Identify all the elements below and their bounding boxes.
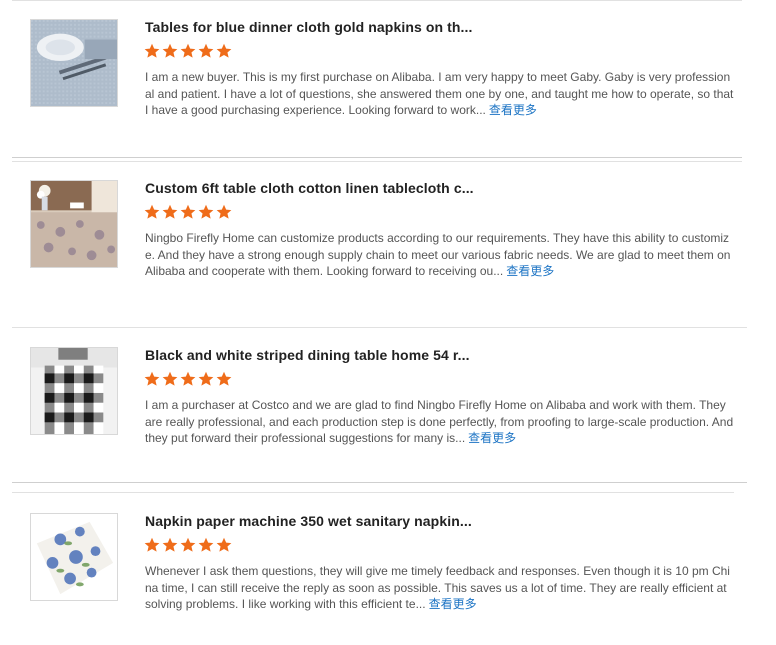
view-more-link[interactable]: 查看更多 — [489, 103, 537, 117]
review-product-title[interactable]: Tables for blue dinner cloth gold napkin… — [145, 19, 473, 35]
reviews-page: Tables for blue dinner cloth gold napkin… — [0, 0, 776, 645]
tablecloth-photo — [31, 20, 117, 106]
divider — [12, 0, 742, 1]
product-thumbnail[interactable] — [30, 19, 118, 107]
star-icon — [144, 204, 160, 219]
review-item: Custom 6ft table cloth cotton linen tabl… — [0, 180, 776, 320]
star-icon — [162, 204, 178, 219]
star-icon — [198, 204, 214, 219]
review-item: Tables for blue dinner cloth gold napkin… — [0, 19, 776, 159]
star-icon — [180, 371, 196, 386]
rating-stars — [144, 43, 232, 61]
rating-stars — [144, 537, 232, 555]
tablecloth-photo — [31, 181, 117, 267]
rating-stars — [144, 204, 232, 222]
star-icon — [216, 43, 232, 58]
star-icon — [180, 537, 196, 552]
star-icon — [216, 204, 232, 219]
review-product-title[interactable]: Black and white striped dining table hom… — [145, 347, 470, 363]
star-icon — [216, 371, 232, 386]
star-icon — [180, 43, 196, 58]
divider — [12, 161, 742, 162]
star-icon — [162, 537, 178, 552]
star-icon — [162, 43, 178, 58]
divider — [12, 327, 747, 328]
star-icon — [216, 537, 232, 552]
review-text: I am a purchaser at Costco and we are gl… — [145, 397, 735, 447]
star-icon — [198, 537, 214, 552]
review-text-content: I am a purchaser at Costco and we are gl… — [145, 398, 734, 445]
star-icon — [162, 371, 178, 386]
review-text-content: Ningbo Firefly Home can customize produc… — [145, 231, 731, 278]
review-product-title[interactable]: Napkin paper machine 350 wet sanitary na… — [145, 513, 472, 529]
view-more-link[interactable]: 查看更多 — [429, 597, 477, 611]
star-icon — [144, 43, 160, 58]
review-text: I am a new buyer. This is my first purch… — [145, 69, 735, 119]
review-item: Black and white striped dining table hom… — [0, 347, 776, 487]
view-more-link[interactable]: 查看更多 — [468, 431, 516, 445]
star-icon — [180, 204, 196, 219]
review-text: Whenever I ask them questions, they will… — [145, 563, 735, 613]
divider — [12, 492, 734, 493]
gingham-runner-photo — [31, 348, 117, 434]
review-item: Napkin paper machine 350 wet sanitary na… — [0, 513, 776, 645]
rating-stars — [144, 371, 232, 389]
floral-napkin-photo — [31, 514, 117, 600]
star-icon — [198, 371, 214, 386]
product-thumbnail[interactable] — [30, 180, 118, 268]
review-text-content: I am a new buyer. This is my first purch… — [145, 70, 734, 117]
review-text: Ningbo Firefly Home can customize produc… — [145, 230, 735, 280]
star-icon — [144, 371, 160, 386]
view-more-link[interactable]: 查看更多 — [506, 264, 554, 278]
review-product-title[interactable]: Custom 6ft table cloth cotton linen tabl… — [145, 180, 474, 196]
star-icon — [144, 537, 160, 552]
product-thumbnail[interactable] — [30, 347, 118, 435]
star-icon — [198, 43, 214, 58]
product-thumbnail[interactable] — [30, 513, 118, 601]
